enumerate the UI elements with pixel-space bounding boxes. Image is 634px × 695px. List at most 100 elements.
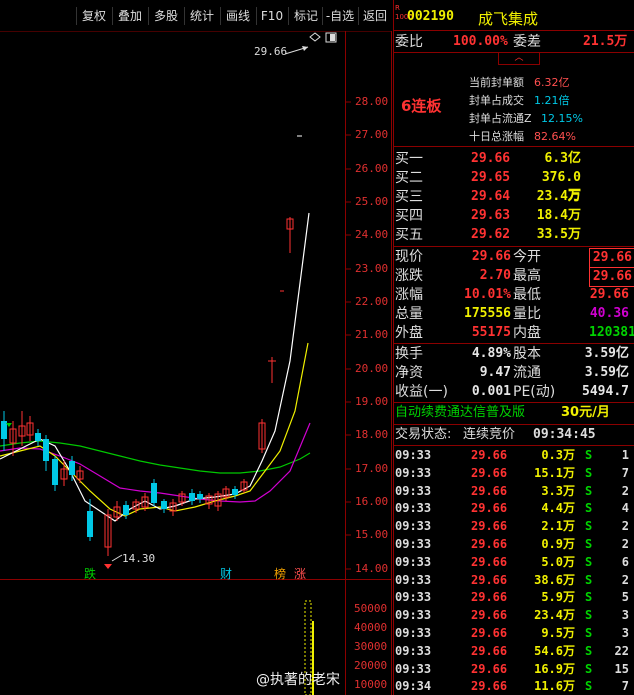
tick-time: 09:33 <box>395 465 432 480</box>
bid-label: 买一 <box>395 151 423 167</box>
tick-row[interactable]: 09:33 29.66 9.5万 S 3 <box>393 624 633 642</box>
tick-row[interactable]: 09:33 29.66 15.1万 S 7 <box>393 464 633 482</box>
tick-time: 09:33 <box>395 626 432 640</box>
stat-label: 涨幅 <box>395 287 423 303</box>
tick-time: 09:33 <box>395 643 432 658</box>
tick-row[interactable]: 09:33 29.66 16.9万 S 15 <box>393 660 633 678</box>
tick-price: 29.66 <box>471 643 508 658</box>
event-tag-up[interactable]: 涨 <box>294 565 306 582</box>
fund-value: 3.59亿 <box>584 365 629 380</box>
bid-row[interactable]: 买一 29.66 6.3亿 <box>393 150 633 168</box>
weibi-value: 100.00% <box>453 34 508 49</box>
tick-side: S <box>585 626 593 640</box>
tick-row[interactable]: 09:33 29.66 38.6万 S 2 <box>393 571 633 589</box>
stat-value: 175556 <box>464 306 511 321</box>
price-tick: 15.00 <box>355 528 389 541</box>
tick-row[interactable]: 09:34 29.66 11.6万 S 7 <box>393 677 633 695</box>
tick-price: 29.66 <box>471 626 508 640</box>
stat-label: 量比 <box>513 306 541 322</box>
fund-row: 净资 9.47 流通 3.59亿 <box>393 364 633 382</box>
tick-price: 29.66 <box>471 519 508 534</box>
volume-tick: 40000 <box>354 621 388 634</box>
tick-time: 09:33 <box>395 661 432 676</box>
f10-button[interactable]: F10 <box>256 7 287 25</box>
fund-value: 5494.7 <box>582 384 629 399</box>
bid-price: 29.63 <box>471 208 511 223</box>
tick-row[interactable]: 09:33 29.66 2.1万 S 2 <box>393 517 633 535</box>
tick-side: S <box>585 679 593 694</box>
tick-side: S <box>585 448 593 462</box>
bid-volume: 23.4万 <box>536 189 581 204</box>
volume-tick: 20000 <box>354 659 388 672</box>
tick-time: 09:33 <box>395 501 432 516</box>
price-tick: 22.00 <box>355 295 389 308</box>
stat-label: 最低 <box>513 287 541 303</box>
tick-row[interactable]: 09:33 29.66 0.3万 S 1 <box>393 446 633 464</box>
tick-count: 7 <box>621 679 629 694</box>
tick-count: 2 <box>621 483 629 498</box>
board-label: 6连板 <box>401 97 442 115</box>
bid-row[interactable]: 买二 29.65 376.0万 <box>393 169 633 203</box>
tick-count: 5 <box>621 590 629 605</box>
event-tag-finance[interactable]: 财 <box>220 565 232 582</box>
tick-row[interactable]: 09:33 29.66 0.9万 S 2 <box>393 535 633 553</box>
stock-name: 成飞集成 <box>478 10 539 28</box>
stat-value: 120381 <box>589 325 634 340</box>
price-tick: 26.00 <box>355 162 389 175</box>
volume-tick: 50000 <box>354 602 388 615</box>
tick-count: 6 <box>621 554 629 569</box>
tick-count: 7 <box>621 465 629 480</box>
tick-time: 09:33 <box>395 483 432 498</box>
quote-panel: R 1000 002190 成飞集成 委比 100.00% 委差 21.5万 ︿ … <box>393 0 634 695</box>
price-tick: 19.00 <box>355 395 389 408</box>
stat-value: 29.66 <box>589 267 634 287</box>
ad-price[interactable]: 30元/月 <box>561 404 610 422</box>
tick-count: 2 <box>621 572 629 587</box>
stat-value: 29.66 <box>471 249 511 264</box>
ad-text[interactable]: 自动续费通达信普及版 <box>395 404 525 422</box>
fund-value: 9.47 <box>479 365 511 380</box>
bid-row[interactable]: 买四 29.63 18.4万 <box>393 207 633 225</box>
tick-price: 29.66 <box>471 483 508 498</box>
tick-side: S <box>585 608 593 623</box>
price-tick: 23.00 <box>355 262 389 275</box>
statistics-button[interactable]: 统计 <box>184 7 219 25</box>
tick-row[interactable]: 09:33 29.66 5.0万 S 6 <box>393 553 633 571</box>
tick-row[interactable]: 09:33 29.66 4.4万 S 4 <box>393 499 633 517</box>
stat-value: 29.66 <box>589 287 629 302</box>
mark-button[interactable]: 标记 <box>288 7 323 25</box>
bid-row[interactable]: 买三 29.64 23.4万 <box>393 188 633 206</box>
stat-row: 总量 175556 量比 40.36 <box>393 305 633 323</box>
multi-stock-button[interactable]: 多股 <box>148 7 183 25</box>
tick-count: 2 <box>621 519 629 534</box>
collapse-chevron-icon[interactable]: ︿ <box>498 52 540 65</box>
event-tag-down[interactable]: 跌 <box>84 565 96 582</box>
stat-row: 外盘 55175 内盘 120381 <box>393 324 634 342</box>
overlay-button[interactable]: 叠加 <box>112 7 147 25</box>
tick-volume: 4.4万 <box>541 501 575 516</box>
back-button[interactable]: 返回 <box>358 7 391 25</box>
watchlist-button[interactable]: -自选 <box>322 7 357 25</box>
event-tag-list[interactable]: 榜 <box>274 565 286 582</box>
fund-label: 换手 <box>395 346 423 362</box>
fuquan-button[interactable]: 复权 <box>76 7 111 25</box>
bid-row[interactable]: 买五 29.62 33.5万 <box>393 226 633 244</box>
bid-label: 买五 <box>395 227 423 243</box>
tick-price: 29.66 <box>471 537 508 551</box>
tick-volume: 38.6万 <box>534 572 575 587</box>
draw-line-button[interactable]: 画线 <box>220 7 255 25</box>
tick-row[interactable]: 09:33 29.66 5.9万 S 5 <box>393 588 633 606</box>
bid-price: 29.66 <box>471 151 511 166</box>
tick-price: 29.66 <box>471 608 508 623</box>
kline-chart[interactable]: 29.66 14.30 28.00 27.00 26.00 25.00 24.0… <box>0 31 392 695</box>
bid-label: 买四 <box>395 208 423 224</box>
tick-row[interactable]: 09:33 29.66 3.3万 S 2 <box>393 482 633 500</box>
fund-label: 收益(一) <box>395 384 448 400</box>
tick-row[interactable]: 09:33 29.66 54.6万 S 22 <box>393 642 633 660</box>
tick-row[interactable]: 09:33 29.66 23.4万 S 3 <box>393 606 633 624</box>
tick-side: S <box>585 643 593 658</box>
tick-side: S <box>585 483 593 498</box>
tick-count: 1 <box>621 448 629 462</box>
tick-price: 29.66 <box>471 661 508 676</box>
stat-label: 涨跌 <box>395 268 423 284</box>
